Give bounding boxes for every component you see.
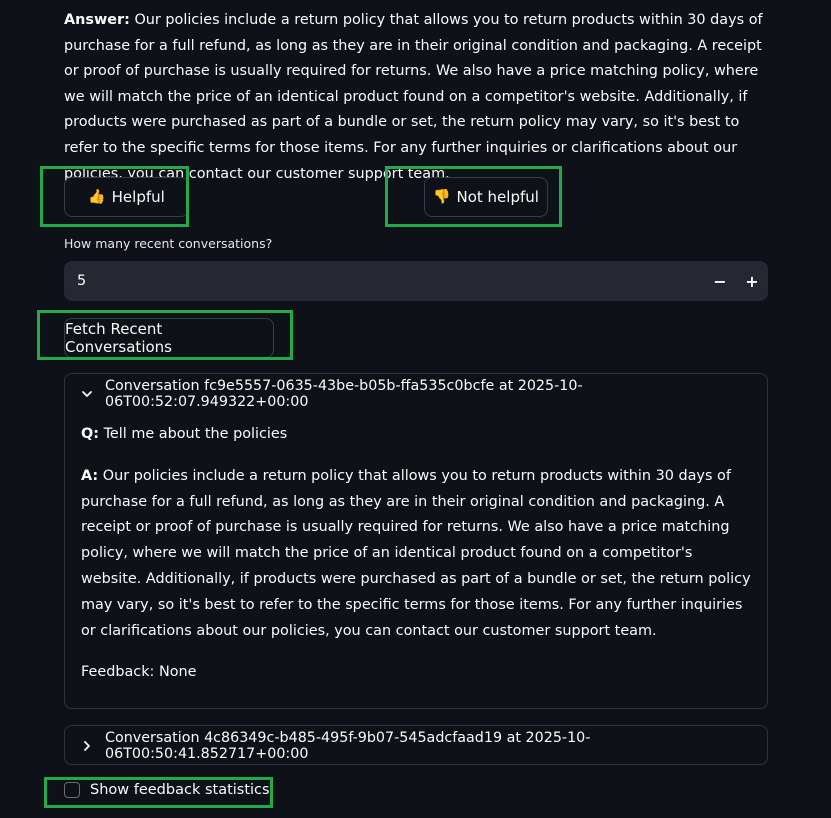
conversation-body: Q: Tell me about the policies A: Our pol… [65, 414, 767, 686]
feedback-stats-label: Show feedback statistics [90, 782, 270, 798]
feedback-stats-checkbox[interactable]: Show feedback statistics [64, 782, 270, 798]
answer-text-block: Answer: Our policies include a return po… [64, 8, 776, 187]
recent-count-label: How many recent conversations? [64, 236, 273, 251]
chevron-down-icon [81, 388, 93, 400]
question-line: Q: Tell me about the policies [81, 422, 751, 448]
answer-body: Our policies include a return policy tha… [64, 12, 763, 182]
not-helpful-button-label: Not helpful [456, 188, 539, 206]
recent-count-input[interactable]: 5 − + [64, 261, 768, 301]
increment-button[interactable]: + [736, 261, 768, 301]
fetch-recent-button[interactable]: Fetch Recent Conversations [64, 318, 274, 358]
conversation-answer-text: Our policies include a return policy tha… [81, 467, 751, 639]
recent-count-value[interactable]: 5 [64, 273, 704, 289]
question-text: Tell me about the policies [103, 426, 288, 442]
feedback-status: Feedback: None [81, 664, 197, 681]
question-label: Q: [81, 426, 99, 442]
app-main: Answer: Our policies include a return po… [0, 0, 831, 818]
conversation-expander: Conversation 4c86349c-b485-495f-9b07-545… [64, 725, 768, 765]
fetch-recent-label: Fetch Recent Conversations [65, 320, 172, 356]
helpful-button-label: Helpful [111, 188, 165, 206]
helpful-button[interactable]: 👍 Helpful [64, 177, 189, 217]
conversation-expander: Conversation fc9e5557-0635-43be-b05b-ffa… [64, 373, 768, 709]
conversation-header[interactable]: Conversation fc9e5557-0635-43be-b05b-ffa… [65, 374, 767, 414]
checkbox-box[interactable] [64, 782, 80, 798]
answer-line: A: Our policies include a return policy … [81, 464, 751, 645]
chevron-right-icon [81, 740, 93, 752]
decrement-button[interactable]: − [704, 261, 736, 301]
not-helpful-button[interactable]: 👎 Not helpful [424, 177, 548, 217]
thumbs-down-icon: 👎 [433, 189, 451, 205]
conversation-title: Conversation fc9e5557-0635-43be-b05b-ffa… [105, 378, 583, 410]
thumbs-up-icon: 👍 [88, 189, 106, 205]
answer-a-label: A: [81, 467, 99, 484]
answer-label: Answer: [64, 12, 130, 28]
conversation-title: Conversation 4c86349c-b485-495f-9b07-545… [105, 730, 591, 762]
conversation-header[interactable]: Conversation 4c86349c-b485-495f-9b07-545… [65, 726, 767, 766]
